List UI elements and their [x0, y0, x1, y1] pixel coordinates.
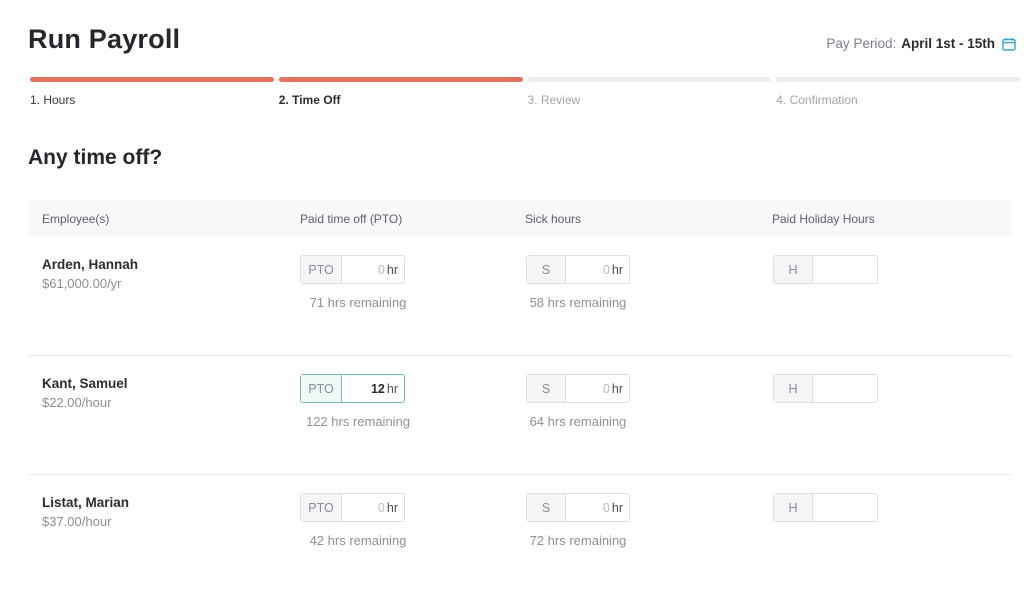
step-bar	[527, 77, 772, 82]
step-label: 2. Time Off	[278, 93, 341, 107]
unit-label: hr	[386, 381, 398, 396]
unit-label: hr	[611, 500, 623, 515]
employee-name: Arden, Hannah	[42, 257, 139, 272]
header-pto: Paid time off (PTO)	[300, 211, 403, 226]
step-label: 4. Confirmation	[776, 93, 858, 107]
sick-prefix: S	[527, 494, 566, 521]
step-bar	[278, 77, 523, 82]
pto-value-wrap[interactable]: 12 hr	[342, 375, 404, 402]
table-row: Arden, Hannah $61,000.00/yr PTO 0 hr 71 h…	[28, 237, 1012, 356]
sick-input[interactable]: S 0 hr	[526, 493, 630, 522]
employee-name: Kant, Samuel	[42, 376, 128, 391]
step-review[interactable]: 3. Review	[527, 77, 772, 107]
header-employee: Employee(s)	[42, 211, 110, 226]
step-label: 3. Review	[527, 93, 581, 107]
step-bar	[776, 77, 1020, 82]
pto-input[interactable]: PTO 12 hr	[300, 374, 405, 403]
employee-cell: Listat, Marian $37.00/hour	[42, 495, 129, 529]
sick-prefix: S	[527, 256, 566, 283]
unit-label: hr	[386, 262, 398, 277]
employee-cell: Kant, Samuel $22.00/hour	[42, 376, 128, 410]
sick-value: 0	[602, 500, 610, 515]
employee-rate: $37.00/hour	[42, 514, 112, 529]
holiday-prefix: H	[774, 494, 813, 521]
sick-value-wrap[interactable]: 0 hr	[566, 494, 629, 521]
pto-input[interactable]: PTO 0 hr	[300, 255, 405, 284]
sick-value: 0	[602, 381, 610, 396]
holiday-value[interactable]	[813, 494, 877, 521]
pay-period-label: Pay Period:	[826, 36, 897, 51]
pay-period[interactable]: Pay Period: April 1st - 15th	[826, 36, 1016, 51]
header-holiday: Paid Holiday Hours	[772, 211, 875, 226]
pto-remaining: 42 hrs remaining	[309, 533, 407, 548]
employee-name: Listat, Marian	[42, 495, 130, 510]
step-time-off[interactable]: 2. Time Off	[278, 77, 523, 107]
pto-value-wrap[interactable]: 0 hr	[342, 256, 404, 283]
sick-input[interactable]: S 0 hr	[526, 255, 630, 284]
table-row: Listat, Marian $37.00/hour PTO 0 hr 42 hr…	[28, 475, 1012, 594]
pto-value: 0	[377, 262, 385, 277]
table-header: Employee(s) Paid time off (PTO) Sick hou…	[28, 200, 1012, 237]
pto-remaining: 71 hrs remaining	[309, 295, 407, 310]
section-title: Any time off?	[28, 146, 163, 169]
pto-value-wrap[interactable]: 0 hr	[342, 494, 404, 521]
holiday-prefix: H	[774, 375, 813, 402]
step-label: 1. Hours	[30, 93, 76, 107]
holiday-value[interactable]	[813, 256, 877, 283]
pto-input[interactable]: PTO 0 hr	[300, 493, 405, 522]
pto-prefix: PTO	[301, 375, 342, 402]
holiday-prefix: H	[774, 256, 813, 283]
header-sick: Sick hours	[525, 211, 582, 226]
calendar-icon[interactable]	[1002, 37, 1016, 51]
holiday-value[interactable]	[813, 375, 877, 402]
unit-label: hr	[611, 381, 623, 396]
holiday-input[interactable]: H	[773, 374, 878, 403]
pto-prefix: PTO	[301, 256, 342, 283]
sick-value-wrap[interactable]: 0 hr	[566, 375, 629, 402]
pto-value: 0	[377, 500, 385, 515]
employee-cell: Arden, Hannah $61,000.00/yr	[42, 257, 138, 291]
pto-remaining: 122 hrs remaining	[305, 414, 411, 429]
pay-period-value: April 1st - 15th	[901, 36, 995, 51]
sick-input[interactable]: S 0 hr	[526, 374, 630, 403]
progress-stepper: 1. Hours 2. Time Off 3. Review 4. Confir…	[30, 77, 1020, 107]
pto-value: 12	[370, 381, 385, 396]
unit-label: hr	[611, 262, 623, 277]
page-title: Run Payroll	[28, 24, 181, 54]
sick-remaining: 72 hrs remaining	[529, 533, 627, 548]
pto-prefix: PTO	[301, 494, 342, 521]
sick-remaining: 58 hrs remaining	[529, 295, 627, 310]
unit-label: hr	[386, 500, 398, 515]
sick-remaining: 64 hrs remaining	[529, 414, 627, 429]
step-hours[interactable]: 1. Hours	[30, 77, 274, 107]
time-off-table: Employee(s) Paid time off (PTO) Sick hou…	[28, 200, 1012, 594]
holiday-input[interactable]: H	[773, 255, 878, 284]
sick-value-wrap[interactable]: 0 hr	[566, 256, 629, 283]
step-bar	[30, 77, 274, 82]
sick-prefix: S	[527, 375, 566, 402]
employee-rate: $22.00/hour	[42, 395, 112, 410]
employee-rate: $61,000.00/yr	[42, 276, 122, 291]
sick-value: 0	[602, 262, 610, 277]
holiday-input[interactable]: H	[773, 493, 878, 522]
table-row: Kant, Samuel $22.00/hour PTO 12 hr 122 hr…	[28, 356, 1012, 475]
step-confirmation[interactable]: 4. Confirmation	[776, 77, 1020, 107]
